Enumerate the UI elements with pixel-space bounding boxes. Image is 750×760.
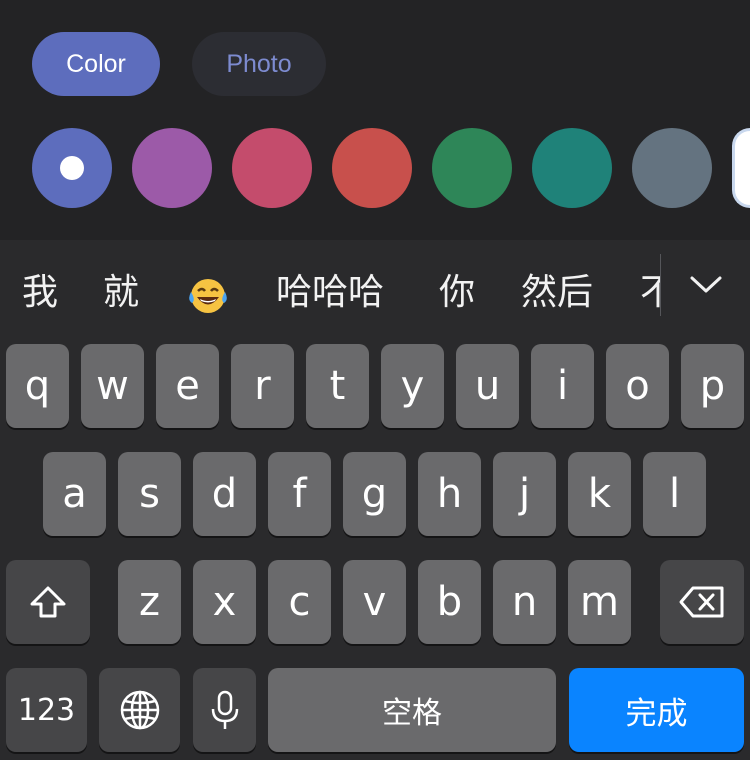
microphone-icon bbox=[211, 690, 238, 729]
key-f[interactable]: f bbox=[268, 452, 331, 536]
color-swatch-gray[interactable] bbox=[632, 128, 712, 208]
color-swatch-blue[interactable] bbox=[32, 128, 112, 208]
shift-icon bbox=[30, 586, 66, 618]
key-t[interactable]: t bbox=[306, 344, 369, 428]
key-l[interactable]: l bbox=[643, 452, 706, 536]
key-v[interactable]: v bbox=[343, 560, 406, 644]
selected-indicator bbox=[60, 156, 84, 180]
numbers-key[interactable]: 123 bbox=[6, 668, 87, 752]
candidate-word[interactable]: 就 bbox=[103, 270, 139, 316]
candidate-word[interactable]: 然后 bbox=[521, 270, 593, 316]
key-x[interactable]: x bbox=[193, 560, 256, 644]
space-key[interactable]: 空格 bbox=[268, 668, 556, 752]
key-s[interactable]: s bbox=[118, 452, 181, 536]
color-swatch-teal[interactable] bbox=[532, 128, 612, 208]
chevron-down-icon[interactable] bbox=[686, 268, 726, 300]
candidate-word[interactable]: 我 bbox=[22, 270, 58, 316]
color-swatch-purple[interactable] bbox=[132, 128, 212, 208]
color-swatch-green[interactable] bbox=[432, 128, 512, 208]
candidate-word[interactable]: 哈哈哈 bbox=[276, 270, 384, 316]
key-i[interactable]: i bbox=[531, 344, 594, 428]
key-n[interactable]: n bbox=[493, 560, 556, 644]
candidate-divider bbox=[660, 254, 661, 316]
background-picker: Color Photo bbox=[0, 0, 750, 240]
key-h[interactable]: h bbox=[418, 452, 481, 536]
key-m[interactable]: m bbox=[568, 560, 631, 644]
candidate-word[interactable]: 你 bbox=[439, 270, 475, 316]
key-k[interactable]: k bbox=[568, 452, 631, 536]
key-y[interactable]: y bbox=[381, 344, 444, 428]
key-c[interactable]: c bbox=[268, 560, 331, 644]
color-swatch-pink[interactable] bbox=[232, 128, 312, 208]
key-z[interactable]: z bbox=[118, 560, 181, 644]
color-tab[interactable]: Color bbox=[32, 32, 160, 96]
done-key[interactable]: 完成 bbox=[569, 668, 744, 752]
keyboard: 我 就 哈哈哈 你 然后 不 q w e r t y u i o p a s d… bbox=[0, 240, 750, 760]
delete-icon bbox=[679, 586, 724, 618]
key-o[interactable]: o bbox=[606, 344, 669, 428]
key-p[interactable]: p bbox=[681, 344, 744, 428]
delete-key[interactable] bbox=[660, 560, 744, 644]
color-swatch-white[interactable] bbox=[732, 128, 750, 208]
shift-key[interactable] bbox=[6, 560, 90, 644]
key-e[interactable]: e bbox=[156, 344, 219, 428]
key-g[interactable]: g bbox=[343, 452, 406, 536]
globe-key[interactable] bbox=[99, 668, 180, 752]
photo-tab[interactable]: Photo bbox=[192, 32, 326, 96]
key-u[interactable]: u bbox=[456, 344, 519, 428]
globe-icon bbox=[120, 690, 159, 730]
key-j[interactable]: j bbox=[493, 452, 556, 536]
laughing-tears-emoji[interactable] bbox=[186, 276, 230, 316]
candidate-bar: 我 就 哈哈哈 你 然后 不 bbox=[0, 240, 750, 340]
key-b[interactable]: b bbox=[418, 560, 481, 644]
microphone-key[interactable] bbox=[193, 668, 256, 752]
key-d[interactable]: d bbox=[193, 452, 256, 536]
color-swatch-red[interactable] bbox=[332, 128, 412, 208]
key-w[interactable]: w bbox=[81, 344, 144, 428]
key-r[interactable]: r bbox=[231, 344, 294, 428]
candidate-word-partial[interactable]: 不 bbox=[640, 270, 660, 316]
key-q[interactable]: q bbox=[6, 344, 69, 428]
key-a[interactable]: a bbox=[43, 452, 106, 536]
